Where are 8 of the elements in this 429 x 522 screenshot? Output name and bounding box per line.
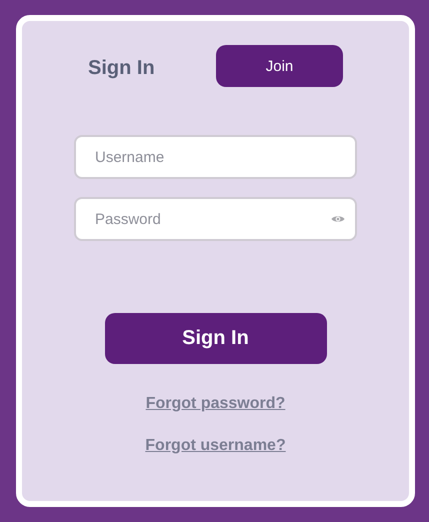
tab-button[interactable]: Join xyxy=(216,45,343,87)
tab[interactable]: Sign In xyxy=(88,45,215,87)
username-field[interactable]: Username xyxy=(74,135,357,179)
password-field[interactable]: Password xyxy=(74,197,357,241)
sign-in-button[interactable]: Sign In xyxy=(104,313,326,364)
forgot-link[interactable]: Forgot password? xyxy=(146,395,286,413)
forgot-link[interactable]: Forgot username? xyxy=(145,437,286,455)
eye-icon[interactable] xyxy=(331,214,345,224)
